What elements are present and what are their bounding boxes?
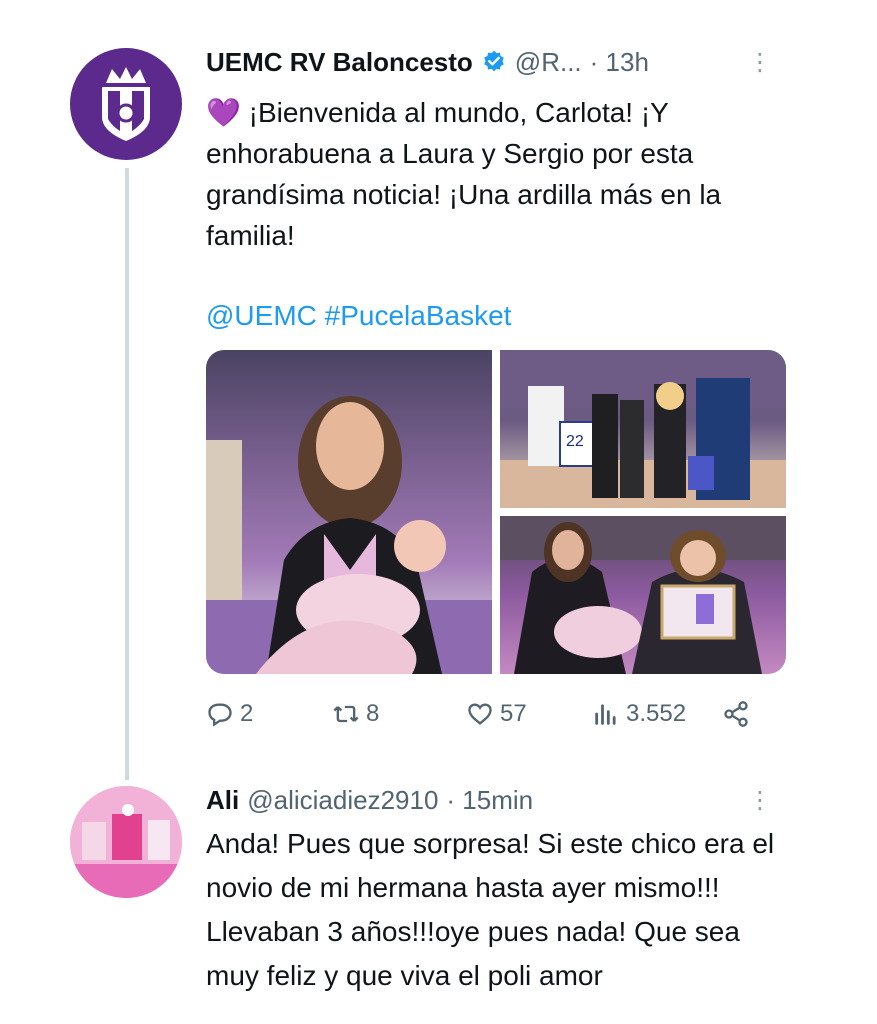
photo-3[interactable] [500, 516, 786, 674]
media-grid: 22 [206, 350, 786, 674]
retweet-icon [333, 705, 359, 723]
display-name[interactable]: Ali [206, 785, 239, 816]
views-icon [595, 704, 616, 725]
timestamp[interactable]: · 13h [590, 47, 649, 78]
tweet-header: UEMC RV Baloncesto @R... · 13h [206, 40, 786, 84]
reply-header: Ali @aliciadiez2910 · 15min [206, 778, 786, 822]
reply-icon [208, 703, 232, 727]
photo-2-illustration: 22 [500, 350, 786, 508]
more-options-icon[interactable]: ⋮ [748, 48, 772, 77]
display-name[interactable]: UEMC RV Baloncesto [206, 47, 473, 78]
avatar[interactable] [70, 48, 182, 160]
handle[interactable]: @R... [515, 47, 582, 78]
avatar-image [70, 786, 182, 898]
handle[interactable]: @aliciadiez2910 [247, 785, 438, 816]
tweet-actions: 2 8 57 3.552 [206, 700, 766, 728]
club-crest-icon [102, 67, 150, 141]
tweet-text: 💜 ¡Bienvenida al mundo, Carlota! ¡Y enho… [206, 97, 722, 251]
tweet: UEMC RV Baloncesto @R... · 13h ⋮ 💜 ¡Bien… [206, 40, 786, 332]
photo-3-illustration [500, 516, 786, 674]
photo-2[interactable]: 22 [500, 350, 786, 508]
reply-tweet: Ali @aliciadiez2910 · 15min ⋮ Anda! Pues… [206, 778, 786, 998]
share-button[interactable] [722, 700, 756, 728]
thread-connector-line [125, 168, 129, 780]
like-count: 57 [500, 700, 527, 727]
like-button[interactable]: 57 [466, 700, 592, 728]
reply-text: Anda! Pues que sorpresa! Si este chico e… [206, 828, 775, 991]
timestamp[interactable]: · 15min [446, 785, 533, 816]
avatar[interactable] [70, 786, 182, 898]
reply-button[interactable]: 2 [206, 700, 332, 728]
share-icon [724, 701, 748, 727]
views-button[interactable]: 3.552 [592, 700, 722, 728]
jersey-number: 22 [566, 433, 584, 450]
verified-badge-icon [484, 50, 504, 72]
photo-1-illustration [206, 396, 492, 674]
heart-icon [468, 703, 492, 725]
retweet-count: 8 [366, 700, 380, 727]
photo-1[interactable] [206, 350, 492, 674]
tweet-tags[interactable]: @UEMC #PucelaBasket [206, 300, 786, 332]
more-options-icon[interactable]: ⋮ [748, 786, 772, 815]
reply-count: 2 [240, 700, 254, 727]
views-count: 3.552 [626, 700, 687, 727]
retweet-button[interactable]: 8 [332, 700, 466, 728]
